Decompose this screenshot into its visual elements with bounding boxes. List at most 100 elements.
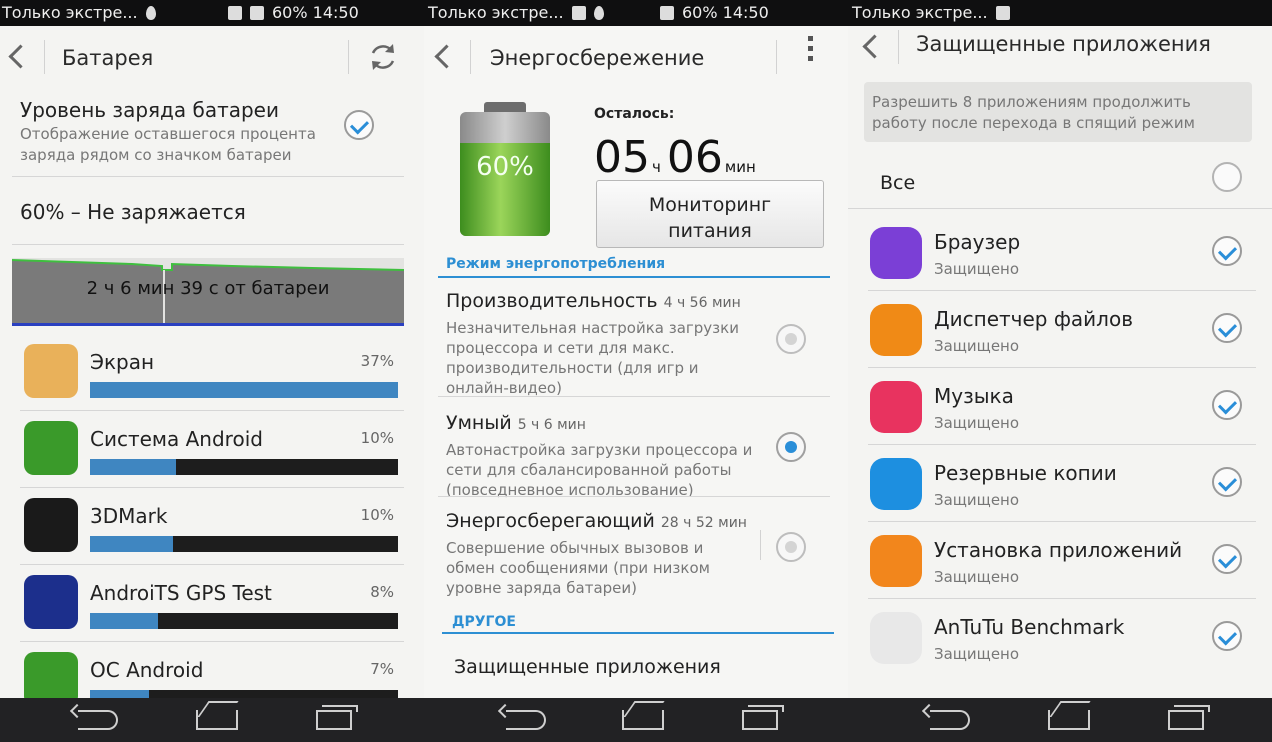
mode-smart-radio-icon[interactable] xyxy=(776,432,806,462)
app-usage-row[interactable]: Система Android 10% xyxy=(20,411,404,488)
app-usage-row[interactable]: AndroiTS GPS Test 8% xyxy=(20,565,404,642)
protected-apps-info: Разрешить 8 приложениям продолжить работ… xyxy=(864,82,1252,142)
mode-desc: Незначительная настройка загрузки процес… xyxy=(446,319,739,397)
usage-bar xyxy=(90,690,398,698)
battery-indicator-desc: Отображение оставшегося процента заряда … xyxy=(20,125,316,164)
screen-icon xyxy=(24,344,78,398)
mode-power-saving-radio-icon[interactable] xyxy=(776,532,806,562)
protected-checkbox-icon[interactable] xyxy=(1212,621,1242,651)
protected-app-row[interactable]: Музыка Защищено xyxy=(868,368,1256,445)
usage-bar-fill xyxy=(90,536,174,552)
mode-time: 28 ч 52 мин xyxy=(660,515,747,531)
image-icon xyxy=(571,5,586,20)
status-segment-1-right: 60% 14:50 xyxy=(228,3,359,22)
overflow-menu-icon[interactable] xyxy=(806,36,814,66)
gps-test-icon xyxy=(24,575,78,629)
nav-recent-apps-icon[interactable] xyxy=(742,705,784,730)
battery-usage-graph[interactable]: 2 ч 6 мин 39 с от батареи xyxy=(12,258,404,326)
nav-home-icon[interactable] xyxy=(1048,710,1090,730)
nav-back-icon[interactable] xyxy=(78,710,118,730)
protected-topbar: Защищенные приложения xyxy=(848,26,1272,88)
divider xyxy=(776,40,777,74)
battery-level-graphic: 60% xyxy=(460,102,550,236)
nav-home-icon[interactable] xyxy=(622,710,664,730)
page-title: Защищенные приложения xyxy=(916,32,1211,56)
nav-recent-apps-icon[interactable] xyxy=(316,705,358,730)
nav-back-icon[interactable] xyxy=(506,710,546,730)
back-arrow-icon[interactable] xyxy=(434,42,450,70)
section-divider xyxy=(442,632,834,634)
app-status: Защищено xyxy=(934,491,1020,509)
protected-checkbox-icon[interactable] xyxy=(1212,467,1242,497)
minutes-unit: мин xyxy=(724,158,756,176)
location-icon xyxy=(593,5,604,20)
app-name: Система Android xyxy=(90,427,263,451)
usage-bar-fill xyxy=(90,459,177,475)
browser-icon xyxy=(870,227,922,279)
divider xyxy=(438,496,830,497)
protected-app-row[interactable]: Диспетчер файлов Защищено xyxy=(868,291,1256,368)
protected-checkbox-icon[interactable] xyxy=(1212,313,1242,343)
nav-recent-apps-icon[interactable] xyxy=(1168,705,1210,730)
mode-title: Производительность xyxy=(446,290,658,312)
mode-performance-radio-icon[interactable] xyxy=(776,324,806,354)
wifi-icon xyxy=(660,5,674,20)
battery-time-text: 60% 14:50 xyxy=(272,3,359,22)
app-usage-percent: 8% xyxy=(370,583,394,601)
section-power-mode: Режим энергопотребления xyxy=(446,256,666,272)
usage-bar-fill xyxy=(90,382,398,398)
app-usage-row[interactable]: 3DMark 10% xyxy=(20,488,404,565)
app-status: Защищено xyxy=(934,568,1020,586)
button-line-2: питания xyxy=(668,220,752,242)
mode-desc: Совершение обычных вызовов и обмен сообщ… xyxy=(446,539,710,597)
remaining-label: Осталось: xyxy=(594,106,675,122)
divider xyxy=(898,30,899,64)
antutu-icon xyxy=(870,612,922,664)
select-all-label[interactable]: Все xyxy=(880,172,915,194)
status-segment-1: Только экстре... xyxy=(2,3,156,22)
app-usage-row[interactable]: Экран 37% xyxy=(20,334,404,411)
energy-saving-screen: Энергосбережение 60% Осталось: 05 ч 06 мин … xyxy=(424,26,848,698)
protected-checkbox-icon[interactable] xyxy=(1212,390,1242,420)
protected-app-row[interactable]: Резервные копии Защищено xyxy=(868,445,1256,522)
protected-apps-link[interactable]: Защищенные приложения xyxy=(454,656,721,678)
back-arrow-icon[interactable] xyxy=(862,32,878,60)
refresh-icon[interactable] xyxy=(366,40,400,74)
divider xyxy=(760,530,761,560)
app-name: Установка приложений xyxy=(934,538,1183,562)
mode-performance[interactable]: Производительность 4 ч 56 мин Незначитель… xyxy=(446,290,830,398)
protected-app-row[interactable]: Установка приложений Защищено xyxy=(868,522,1256,599)
mode-power-saving[interactable]: Энергосберегающий 28 ч 52 мин Совершение … xyxy=(446,510,830,598)
remaining-hours: 05 xyxy=(594,132,650,183)
battery-graph-label: 2 ч 6 мин 39 с от батареи xyxy=(86,278,330,299)
mode-smart[interactable]: Умный 5 ч 6 мин Автонастройка загрузки пр… xyxy=(446,412,830,500)
nav-home-icon[interactable] xyxy=(196,710,238,730)
power-monitoring-button[interactable]: Мониторинг питания xyxy=(596,180,824,248)
protected-checkbox-icon[interactable] xyxy=(1212,236,1242,266)
app-name: Браузер xyxy=(934,230,1021,254)
select-all-checkbox-icon[interactable] xyxy=(1212,162,1242,192)
app-usage-row[interactable]: ОС Android 7% xyxy=(20,642,404,698)
mode-title: Энергосберегающий xyxy=(446,510,655,532)
app-usage-percent: 7% xyxy=(370,660,394,678)
divider xyxy=(848,208,1272,209)
location-icon xyxy=(145,5,156,20)
protected-checkbox-icon[interactable] xyxy=(1212,544,1242,574)
hours-unit: ч xyxy=(652,158,661,176)
protected-app-row[interactable]: AnTuTu Benchmark Защищено xyxy=(868,599,1256,676)
backup-icon xyxy=(870,458,922,510)
battery-body: 60% xyxy=(460,112,550,236)
protected-app-row[interactable]: Браузер Защищено xyxy=(868,214,1256,291)
back-arrow-icon[interactable] xyxy=(8,42,24,70)
battery-indicator-checkbox-icon[interactable] xyxy=(344,110,374,140)
notification-text: Только экстре... xyxy=(428,3,564,22)
signal-icon xyxy=(250,5,264,20)
section-other: ДРУГОЕ xyxy=(452,614,516,630)
usage-bar-fill xyxy=(90,690,149,698)
nav-back-icon[interactable] xyxy=(930,710,970,730)
wifi-icon xyxy=(228,5,242,20)
app-usage-percent: 37% xyxy=(360,352,394,370)
app-usage-percent: 10% xyxy=(360,506,394,524)
app-status: Защищено xyxy=(934,414,1020,432)
app-name: AndroiTS GPS Test xyxy=(90,581,272,605)
